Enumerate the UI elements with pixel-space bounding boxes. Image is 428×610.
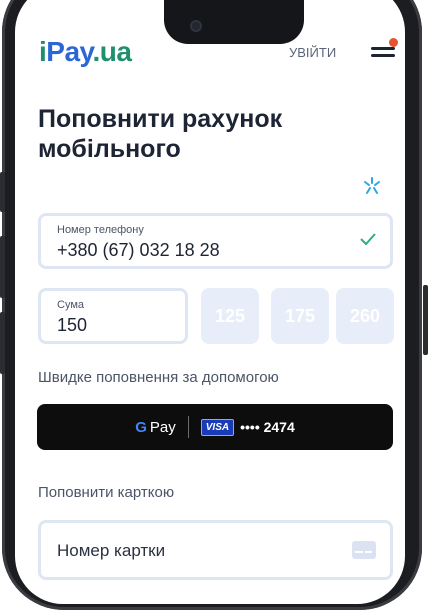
- credit-card-icon: [352, 541, 376, 559]
- card-number-placeholder: Номер картки: [57, 541, 166, 560]
- gpay-g: G: [135, 418, 147, 436]
- phone-number-label: Номер телефону: [57, 224, 144, 236]
- google-pay-button[interactable]: G Pay VISA •••• 2474: [37, 404, 393, 450]
- phone-screen: iPay.ua УВІЙТИ Поповнити рахунок мобільн…: [15, 0, 405, 604]
- phone-side-button: [0, 236, 5, 298]
- phone-number-field[interactable]: Номер телефону +380 (67) 032 18 28: [38, 213, 393, 269]
- quick-amount-button[interactable]: 260: [336, 288, 394, 344]
- checkmark-icon: [360, 233, 376, 245]
- amount-value[interactable]: 150: [57, 315, 87, 336]
- logo-ua: .ua: [92, 36, 132, 67]
- phone-side-button: [0, 312, 5, 374]
- phone-notch: [164, 0, 304, 44]
- card-pay-label: Поповнити карткою: [38, 484, 175, 501]
- gpay-label: Pay: [149, 418, 176, 436]
- ipay-logo[interactable]: iPay.ua: [39, 36, 132, 68]
- logo-pay: Pay: [46, 36, 93, 67]
- phone-side-button: [0, 172, 5, 212]
- amount-field[interactable]: Сума 150: [38, 288, 188, 344]
- card-number-field[interactable]: Номер картки: [38, 520, 393, 580]
- notification-dot: [389, 38, 398, 47]
- amount-label: Сума: [57, 299, 85, 311]
- phone-side-button: [423, 285, 428, 355]
- menu-bar: [371, 54, 395, 57]
- page-title: Поповнити рахунок мобільного: [38, 105, 283, 163]
- kyivstar-star-icon: [364, 177, 380, 194]
- menu-bar: [371, 47, 395, 50]
- quick-amount-button[interactable]: 175: [271, 288, 329, 344]
- visa-logo: VISA: [200, 418, 235, 436]
- login-link[interactable]: УВІЙТИ: [289, 45, 336, 60]
- phone-number-value[interactable]: +380 (67) 032 18 28: [57, 240, 220, 261]
- gpay-divider: [187, 416, 189, 438]
- camera-icon: [190, 20, 202, 32]
- google-g-icon: G: [135, 419, 147, 436]
- masked-card-number: •••• 2474: [240, 419, 295, 435]
- fast-pay-label: Швидке поповнення за допомогою: [38, 369, 279, 386]
- hamburger-menu-icon[interactable]: [371, 38, 398, 62]
- quick-amount-button[interactable]: 125: [201, 288, 259, 344]
